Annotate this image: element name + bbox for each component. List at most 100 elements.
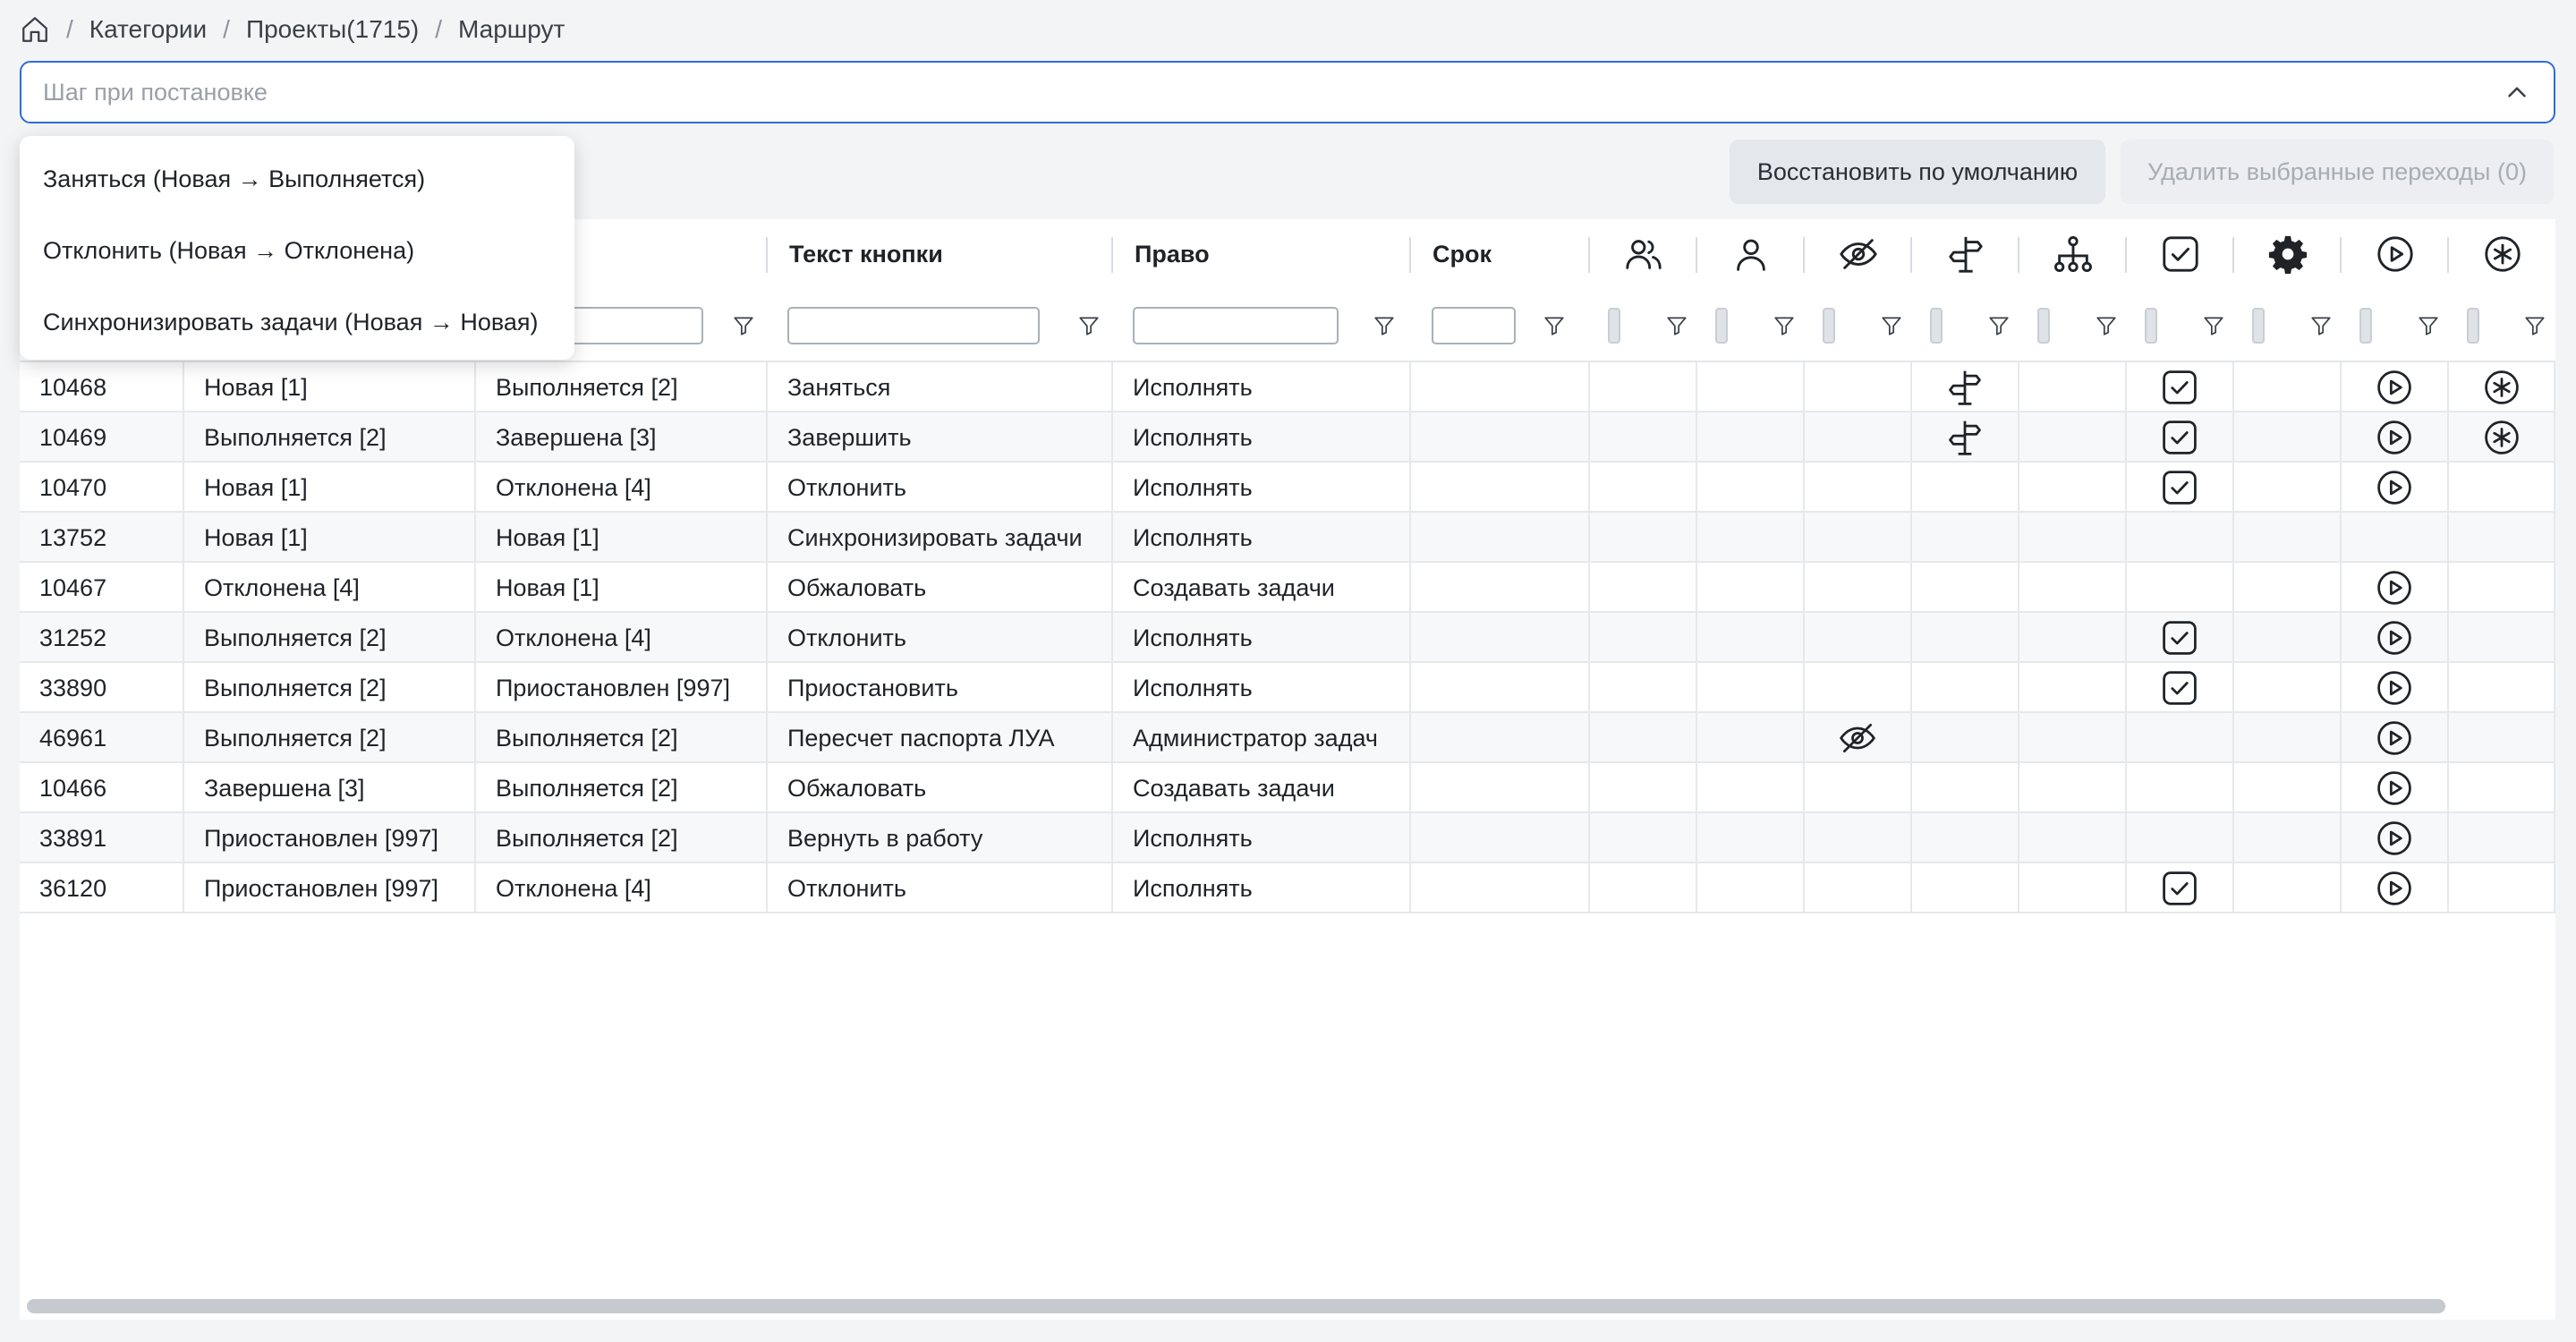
- table-row[interactable]: 36120 Приостановлен [997] Отклонена [4] Отк…: [20, 863, 2555, 913]
- filter-button-text: [787, 289, 1056, 362]
- header-button-text[interactable]: Текст кнопки: [768, 219, 1117, 289]
- cell-users: [1590, 763, 1697, 813]
- filter-icon[interactable]: [1665, 314, 1688, 337]
- play-circle-icon: [2375, 718, 2414, 758]
- filter-gear-toggle[interactable]: [2252, 308, 2265, 344]
- filter-user-toggle[interactable]: [1715, 308, 1728, 344]
- restore-defaults-button[interactable]: Восстановить по умолчанию: [1730, 140, 2105, 204]
- gear-icon[interactable]: [2234, 219, 2342, 289]
- header-term[interactable]: Срок: [1411, 219, 1590, 289]
- table-row[interactable]: 10467 Отклонена [4] Новая [1] Обжаловать Соз…: [20, 563, 2555, 613]
- dropdown-option[interactable]: Отклонить (Новая → Отклонена): [20, 215, 574, 286]
- eye-slash-icon: [1838, 718, 1877, 758]
- cell-button-text: Обжаловать: [768, 763, 1113, 813]
- dropdown-option[interactable]: Синхронизировать задачи (Новая → Новая): [20, 286, 574, 358]
- table-row[interactable]: 10466 Завершена [3] Выполняется [2] Обжалов…: [20, 763, 2555, 813]
- filter-icon[interactable]: [1987, 314, 2011, 337]
- filter-asterisk-toggle[interactable]: [2467, 308, 2479, 344]
- cell-signpost: [1912, 412, 2019, 463]
- filter-hierarchy-toggle[interactable]: [2037, 308, 2050, 344]
- delete-selected-button[interactable]: Удалить выбранные переходы (0): [2121, 140, 2554, 204]
- filter-icon[interactable]: [2309, 314, 2333, 337]
- checkbox-icon[interactable]: [2127, 219, 2234, 289]
- checkbox-icon: [2160, 368, 2199, 407]
- cell-right: Исполнять: [1113, 663, 1411, 713]
- play-circle-icon: [2375, 468, 2414, 507]
- cell-gear: [2234, 663, 2342, 713]
- cell-id: 36120: [20, 863, 184, 913]
- signpost-icon[interactable]: [1912, 219, 2019, 289]
- cell-eye: [1805, 813, 1912, 863]
- filter-right-input[interactable]: [1133, 307, 1339, 344]
- cell-signpost: [1912, 763, 2019, 813]
- filter-status-input[interactable]: [569, 307, 703, 344]
- breadcrumb-categories[interactable]: Категории: [89, 15, 207, 44]
- table-row[interactable]: 10469 Выполняется [2] Завершена [3] Заверши…: [20, 412, 2555, 463]
- table-row[interactable]: 33891 Приостановлен [997] Выполняется [2] В…: [20, 813, 2555, 863]
- filter-right: [1133, 289, 1356, 362]
- filter-eye-toggle[interactable]: [1823, 308, 1835, 344]
- table-row[interactable]: 10468 Новая [1] Выполняется [2] Заняться Исп…: [20, 362, 2555, 412]
- filter-icon[interactable]: [721, 289, 766, 362]
- table-row[interactable]: 10470 Новая [1] Отклонена [4] Отклонить Испо…: [20, 463, 2555, 513]
- breadcrumb-projects[interactable]: Проекты(1715): [246, 15, 419, 44]
- filter-icon[interactable]: [2417, 314, 2440, 337]
- cell-id: 10466: [20, 763, 184, 813]
- filter-users-toggle[interactable]: [1608, 308, 1620, 344]
- cell-hierarchy: [2019, 463, 2127, 513]
- asterisk-circle-icon[interactable]: [2449, 219, 2555, 289]
- filter-icon[interactable]: [2202, 314, 2225, 337]
- user-icon[interactable]: [1697, 219, 1805, 289]
- filter-icon[interactable]: [1362, 289, 1407, 362]
- hierarchy-icon[interactable]: [2019, 219, 2127, 289]
- cell-from-status: Приостановлен [997]: [184, 813, 476, 863]
- table-row[interactable]: 33890 Выполняется [2] Приостановлен [997] П…: [20, 663, 2555, 713]
- play-circle-icon: [2375, 418, 2414, 457]
- header-right[interactable]: Право: [1113, 219, 1412, 289]
- table-row[interactable]: 31252 Выполняется [2] Отклонена [4] Отклони…: [20, 613, 2555, 663]
- home-icon[interactable]: [20, 14, 50, 45]
- cell-button-text: Заняться: [768, 362, 1113, 412]
- filter-icon[interactable]: [1773, 314, 1796, 337]
- cell-play: [2342, 813, 2449, 863]
- users-icon[interactable]: [1590, 219, 1697, 289]
- cell-gear: [2234, 813, 2342, 863]
- chevron-up-icon[interactable]: [2502, 77, 2532, 107]
- eye-slash-icon[interactable]: [1805, 219, 1912, 289]
- cell-eye: [1805, 663, 1912, 713]
- cell-asterisk: [2449, 713, 2555, 763]
- filter-icon[interactable]: [2523, 314, 2546, 337]
- filter-button-text-input[interactable]: [787, 307, 1040, 344]
- cell-id: 31252: [20, 613, 184, 663]
- filter-play-toggle[interactable]: [2359, 308, 2372, 344]
- dropdown-option[interactable]: Заняться (Новая → Выполняется): [20, 143, 574, 215]
- filter-icon[interactable]: [2095, 314, 2118, 337]
- cell-checkbox: [2127, 863, 2234, 913]
- cell-hierarchy: [2019, 513, 2127, 563]
- cell-checkbox: [2127, 813, 2234, 863]
- cell-gear: [2234, 613, 2342, 663]
- filter-icon[interactable]: [1880, 314, 1903, 337]
- cell-id: 10469: [20, 412, 184, 463]
- filter-icon[interactable]: [1532, 289, 1577, 362]
- cell-eye: [1805, 463, 1912, 513]
- scrollbar-thumb[interactable]: [27, 1299, 2445, 1313]
- filter-term-input[interactable]: [1432, 307, 1516, 344]
- filter-signpost-toggle[interactable]: [1930, 308, 1943, 344]
- cell-eye: [1805, 763, 1912, 813]
- cell-eye: [1805, 362, 1912, 412]
- cell-play: [2342, 362, 2449, 412]
- filter-icon[interactable]: [1067, 289, 1111, 362]
- cell-id: 46961: [20, 713, 184, 763]
- filter-asterisk: [2467, 289, 2555, 362]
- filter-users: [1608, 289, 1697, 362]
- table-row[interactable]: 46961 Выполняется [2] Выполняется [2] Перес…: [20, 713, 2555, 763]
- table-row[interactable]: 13752 Новая [1] Новая [1] Синхронизировать …: [20, 513, 2555, 563]
- transitions-table: ус Текст кнопки Право Срок: [20, 219, 2555, 1320]
- play-circle-icon[interactable]: [2342, 219, 2449, 289]
- filter-checkbox-toggle[interactable]: [2145, 308, 2157, 344]
- step-select[interactable]: Шаг при постановке: [20, 61, 2555, 123]
- cell-signpost: [1912, 463, 2019, 513]
- cell-signpost: [1912, 713, 2019, 763]
- cell-right: Администратор задач: [1113, 713, 1411, 763]
